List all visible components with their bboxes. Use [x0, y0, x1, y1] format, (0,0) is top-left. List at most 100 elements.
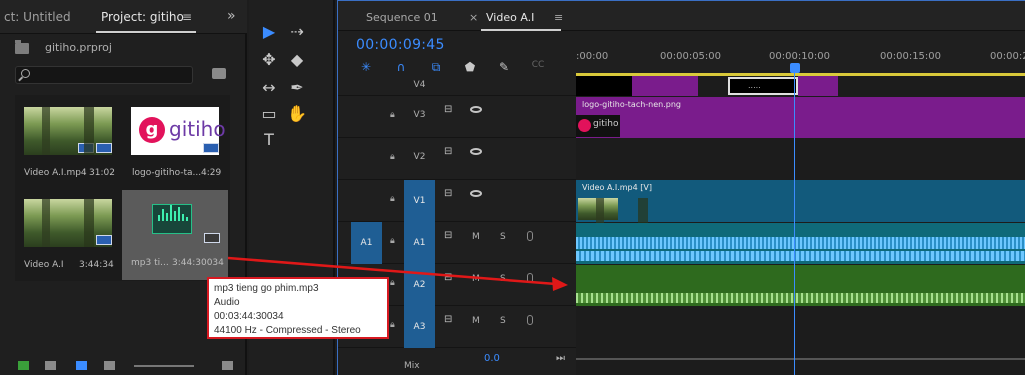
slip-tool-icon[interactable]: ↔ [257, 78, 281, 97]
eye-icon[interactable] [470, 148, 482, 155]
mix-volume-value[interactable]: 0.0 [484, 353, 500, 364]
icon-view-icon[interactable] [76, 361, 87, 370]
write-icon[interactable] [18, 361, 29, 370]
gitiho-logo-icon: g [139, 117, 165, 143]
toggle-sync-icon[interactable]: ⊟ [444, 314, 452, 325]
pen-tool-icon[interactable]: ✒ [285, 78, 309, 97]
time-ruler[interactable]: :00:00 00:00:05:00 00:00:10:00 00:00:15:… [576, 31, 1025, 79]
logo-clip-thumb: gitiho [576, 115, 620, 137]
panel-menu-icon[interactable]: ≡ [182, 10, 192, 24]
mute-button[interactable]: M [472, 316, 480, 326]
toggle-sync-icon[interactable]: ⊟ [444, 188, 452, 199]
mute-button[interactable]: M [472, 232, 480, 242]
mic-icon[interactable] [527, 315, 533, 325]
folder-icon [15, 40, 29, 54]
audio-clip-a2[interactable] [576, 265, 1025, 306]
settings-wrench-icon[interactable]: ✎ [496, 60, 512, 74]
add-marker-icon[interactable]: ⬟ [462, 60, 478, 74]
eye-icon[interactable] [470, 106, 482, 113]
track-label[interactable]: A2 [404, 264, 435, 306]
v4-clip-dark[interactable] [576, 76, 598, 96]
track-label[interactable]: V4 [404, 80, 435, 90]
mix-track: Mix 0.0 ⏭ [338, 353, 576, 375]
solo-button[interactable]: S [500, 274, 506, 284]
lock-icon[interactable]: 🔒︎ [390, 152, 395, 162]
audio-badge-icon [204, 233, 220, 243]
tooltip-duration: 00:03:44:30034 [214, 311, 284, 322]
v4-clip-black[interactable] [598, 76, 632, 96]
logo-clip[interactable]: logo-gitiho-tach-nen.png gitiho [576, 97, 1025, 138]
audio-clip-a1[interactable] [576, 223, 1025, 264]
track-select-tool-icon[interactable]: ⇢ [285, 22, 309, 41]
tooltip-audio-format: 44100 Hz - Compressed - Stereo [214, 325, 361, 336]
v4-clip-selected[interactable]: ..... [728, 77, 798, 95]
selection-tool-icon[interactable]: ▶ [257, 22, 281, 41]
lock-icon[interactable]: 🔒︎ [390, 194, 395, 204]
captions-icon[interactable]: CC [530, 60, 546, 70]
source-patch-a1[interactable]: A1 [351, 222, 382, 264]
hand-tool-icon[interactable]: ✋ [285, 104, 309, 123]
track-label[interactable]: A3 [404, 306, 435, 348]
mic-icon[interactable] [527, 231, 533, 241]
ripple-edit-tool-icon[interactable]: ✥ [257, 50, 281, 69]
toggle-sync-icon[interactable]: ⊟ [444, 104, 452, 115]
track-label[interactable]: V1 [404, 180, 435, 222]
find-bin-icon[interactable] [212, 68, 226, 79]
lock-icon[interactable]: 🔒︎ [390, 236, 395, 246]
eye-icon[interactable] [470, 190, 482, 197]
tab-project-gitiho[interactable]: Project: gitiho [101, 10, 184, 24]
lock-icon[interactable]: 🔒︎ [390, 278, 395, 288]
type-tool-icon[interactable]: T [257, 130, 281, 149]
zoom-slider[interactable] [134, 365, 194, 367]
tab-sequence-01[interactable]: Sequence 01 [366, 11, 438, 24]
search-input[interactable] [15, 66, 193, 84]
tab-video-ai[interactable]: Video A.I [486, 11, 534, 24]
tab-untitled[interactable]: ct: Untitled [4, 10, 71, 24]
close-tab-icon[interactable]: × [469, 11, 478, 24]
item-name: mp3 ti... [131, 258, 169, 268]
track-header-v1: 🔒︎ V1 ⊟ [338, 180, 576, 222]
solo-button[interactable]: S [500, 232, 506, 242]
go-to-end-icon[interactable]: ⏭ [556, 353, 565, 364]
lock-icon[interactable]: 🔒︎ [390, 320, 395, 330]
mic-icon[interactable] [527, 273, 533, 283]
expand-panels-icon[interactable]: » [227, 8, 236, 24]
ruler-label: :00:00 [576, 51, 609, 62]
search-icon [21, 69, 30, 78]
solo-button[interactable]: S [500, 316, 506, 326]
playhead-timecode[interactable]: 00:00:09:45 [356, 37, 445, 53]
track-label[interactable]: V2 [404, 152, 435, 162]
toggle-sync-icon[interactable]: ⊟ [444, 230, 452, 241]
v4-clip-purple[interactable] [632, 76, 698, 96]
razor-tool-icon[interactable]: ◆ [285, 50, 309, 69]
audio-waveform-icon [152, 204, 192, 234]
ruler-label: 00:00:15:00 [880, 51, 942, 62]
logo-thumbnail[interactable]: g gitiho [131, 107, 226, 155]
video-thumbnail[interactable] [24, 107, 112, 155]
clip-label: Video A.I.mp4 [V] [582, 183, 652, 192]
selected-audio-item[interactable]: mp3 ti... 3:44:30034 [122, 190, 228, 280]
panel-menu-icon[interactable] [222, 361, 233, 370]
lock-icon[interactable]: 🔒︎ [390, 110, 395, 120]
toggle-sync-icon[interactable]: ⊟ [444, 272, 452, 283]
playhead-handle[interactable] [790, 63, 800, 73]
item-name: Video A.I.mp4 [24, 168, 87, 178]
track-label[interactable]: A1 [404, 222, 435, 264]
freeform-view-icon[interactable] [104, 361, 115, 370]
list-view-icon[interactable] [45, 361, 56, 370]
timeline-tabs: Sequence 01 × Video A.I ≡ [338, 1, 1025, 31]
linked-selection-icon[interactable]: ⧉ [428, 60, 444, 75]
nest-sequence-icon[interactable]: ✳ [358, 60, 374, 74]
snap-icon[interactable]: ∩ [393, 60, 409, 74]
v4-clip-purple-2[interactable] [798, 76, 838, 96]
tab-menu-icon[interactable]: ≡ [554, 11, 563, 24]
timeline-scrollbar[interactable] [576, 358, 1025, 360]
playhead-line [794, 71, 795, 375]
video-clip[interactable]: Video A.I.mp4 [V] [576, 180, 1025, 246]
toggle-sync-icon[interactable]: ⊟ [444, 146, 452, 157]
video-badge-icon [78, 143, 94, 153]
track-label[interactable]: V3 [404, 110, 435, 120]
sequence-thumbnail[interactable] [24, 199, 112, 247]
rectangle-tool-icon[interactable]: ▭ [257, 104, 281, 123]
mute-button[interactable]: M [472, 274, 480, 284]
